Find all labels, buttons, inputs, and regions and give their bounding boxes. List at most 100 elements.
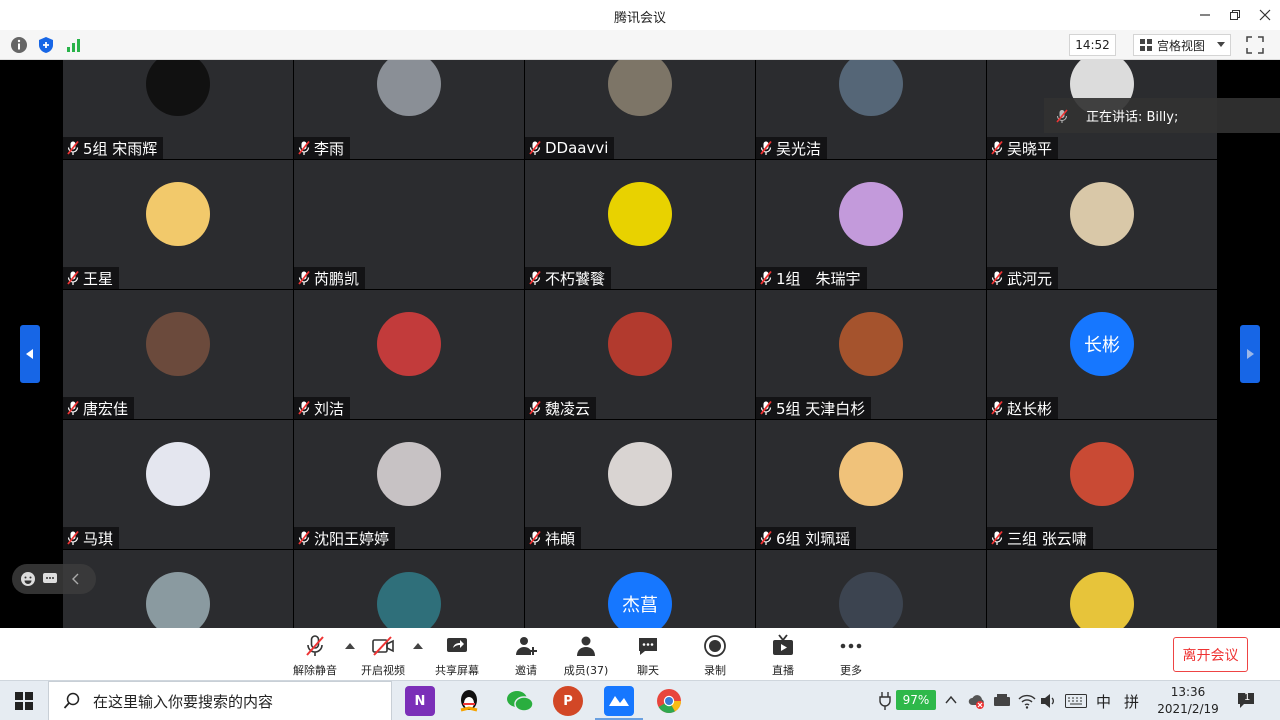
participant-name-tag: 吴光洁 xyxy=(756,137,828,159)
wechat-app-icon[interactable] xyxy=(505,686,535,716)
participant-name: 1组 朱瑞宇 xyxy=(776,269,861,288)
taskbar-search[interactable]: 在这里输入你要搜索的内容 xyxy=(48,681,392,720)
participant-tile[interactable]: 沈阳王婷婷 xyxy=(294,420,524,549)
participant-name-tag: 三组 张云啸 xyxy=(987,527,1093,549)
participant-tile[interactable]: 马琪 xyxy=(63,420,293,549)
avatar xyxy=(608,60,672,116)
tencent-meeting-app-icon[interactable] xyxy=(604,686,634,716)
emoji-icon[interactable] xyxy=(20,571,36,587)
view-mode-button[interactable]: 宫格视图 xyxy=(1133,34,1231,56)
record-label: 录制 xyxy=(704,664,726,677)
shield-icon[interactable] xyxy=(37,36,55,54)
participant-tile[interactable]: 魏凌云 xyxy=(525,290,755,419)
live-label: 直播 xyxy=(772,664,794,677)
microphone-icon xyxy=(1056,108,1068,123)
participant-tile[interactable]: 王星 xyxy=(63,160,293,289)
chrome-app-icon[interactable] xyxy=(654,686,684,716)
device-icon[interactable] xyxy=(993,693,1011,709)
unmute-button[interactable]: 解除静音 xyxy=(285,634,345,678)
minimize-button[interactable] xyxy=(1190,4,1220,26)
participant-tile[interactable]: 吴光洁 xyxy=(756,60,986,159)
penguin-icon xyxy=(460,690,478,712)
participant-name-tag: 王星 xyxy=(63,267,120,289)
participant-name-tag: 6组 刘珮瑶 xyxy=(756,527,857,549)
participant-tile[interactable]: 李雨 xyxy=(294,60,524,159)
system-clock[interactable]: 13:36 2021/2/19 xyxy=(1150,684,1226,718)
avatar xyxy=(146,182,210,246)
participant-name-tag: 刘洁 xyxy=(294,397,351,419)
participant-tile[interactable]: 6组 刘珮瑶 xyxy=(756,420,986,549)
info-icon[interactable] xyxy=(10,36,28,54)
cloud-sync-icon[interactable] xyxy=(968,692,986,710)
microphone-muted-icon xyxy=(306,635,324,656)
participant-tile[interactable]: 刘洁 xyxy=(294,290,524,419)
keyboard-icon[interactable] xyxy=(1065,694,1087,708)
participant-tile[interactable]: 芮鹏凯 xyxy=(294,160,524,289)
microphone-muted-icon xyxy=(991,530,1003,545)
participant-tile[interactable] xyxy=(294,550,524,628)
power-plug-icon[interactable] xyxy=(878,692,892,710)
members-button[interactable]: 成员(37) xyxy=(556,634,616,678)
signal-icon[interactable] xyxy=(65,36,83,54)
ime-mode[interactable]: 拼 xyxy=(1124,691,1139,712)
speaking-text: 正在讲话: Billy; xyxy=(1086,110,1179,125)
microphone-muted-icon xyxy=(991,140,1003,155)
participant-tile[interactable] xyxy=(987,550,1217,628)
video-options-caret-icon[interactable] xyxy=(413,642,423,650)
chat-icon xyxy=(639,638,657,655)
fullscreen-icon[interactable] xyxy=(1245,35,1265,55)
collapse-icon[interactable] xyxy=(70,573,82,585)
participant-tile[interactable]: 祎頔 xyxy=(525,420,755,549)
onenote-app-icon[interactable]: N xyxy=(405,686,435,716)
participant-tile[interactable]: 唐宏佳 xyxy=(63,290,293,419)
participant-tile[interactable]: 武河元 xyxy=(987,160,1217,289)
previous-page-button[interactable] xyxy=(20,325,40,383)
wifi-icon[interactable] xyxy=(1018,693,1036,709)
participant-tile[interactable] xyxy=(756,550,986,628)
participant-name: 吴光洁 xyxy=(776,139,822,158)
chat-button[interactable]: 聊天 xyxy=(618,634,678,678)
qq-app-icon[interactable] xyxy=(454,686,484,716)
user-icon xyxy=(577,636,595,656)
start-button[interactable] xyxy=(0,681,48,720)
participant-tile[interactable]: 长彬 赵长彬 xyxy=(987,290,1217,419)
live-button[interactable]: 直播 xyxy=(753,634,813,678)
volume-icon[interactable] xyxy=(1040,693,1058,709)
share-screen-button[interactable]: 共享屏幕 xyxy=(427,634,487,678)
ime-language[interactable]: 中 xyxy=(1096,691,1111,712)
tray-expand-icon[interactable] xyxy=(945,695,957,705)
wechat-icon xyxy=(507,691,534,712)
microphone-muted-icon xyxy=(529,400,541,415)
participant-name-tag: 芮鹏凯 xyxy=(294,267,366,289)
powerpoint-app-icon[interactable]: P xyxy=(553,686,583,716)
share-screen-icon xyxy=(447,638,467,652)
quick-chat-bar[interactable] xyxy=(12,564,96,594)
message-icon[interactable] xyxy=(42,571,58,587)
start-video-button[interactable]: 开启视频 xyxy=(353,634,413,678)
battery-indicator[interactable]: 97% xyxy=(896,690,936,710)
participant-tile[interactable]: 不朽饕餮 xyxy=(525,160,755,289)
leave-meeting-button[interactable]: 离开会议 xyxy=(1173,637,1248,672)
participant-tile[interactable]: 1组 朱瑞宇 xyxy=(756,160,986,289)
record-icon xyxy=(704,635,726,657)
microphone-muted-icon xyxy=(67,270,79,285)
participant-name: 祎頔 xyxy=(545,529,576,548)
next-page-button[interactable] xyxy=(1240,325,1260,383)
participant-tile[interactable]: 5组 宋雨辉 xyxy=(63,60,293,159)
participant-name-tag: 唐宏佳 xyxy=(63,397,135,419)
screen: 腾讯会议 14:52 宫格视图 5组 宋雨辉 李雨 DDaavvi 吴光洁 吴晓平 王星 芮… xyxy=(0,0,1280,720)
invite-button[interactable]: 邀请 xyxy=(496,634,556,678)
chevron-right-icon xyxy=(1247,349,1254,359)
participant-tile[interactable]: 三组 张云啸 xyxy=(987,420,1217,549)
participant-tile[interactable] xyxy=(63,550,293,628)
notification-center-button[interactable]: 1 xyxy=(1236,690,1258,712)
more-button[interactable]: 更多 xyxy=(821,634,881,678)
restore-button[interactable] xyxy=(1220,4,1250,26)
clock-time: 13:36 xyxy=(1170,685,1206,699)
close-button[interactable] xyxy=(1250,4,1280,26)
participant-tile[interactable]: DDaavvi xyxy=(525,60,755,159)
participant-tile[interactable]: 杰菖 xyxy=(525,550,755,628)
record-button[interactable]: 录制 xyxy=(685,634,745,678)
microphone-muted-icon xyxy=(67,140,79,155)
participant-tile[interactable]: 5组 天津白杉 xyxy=(756,290,986,419)
